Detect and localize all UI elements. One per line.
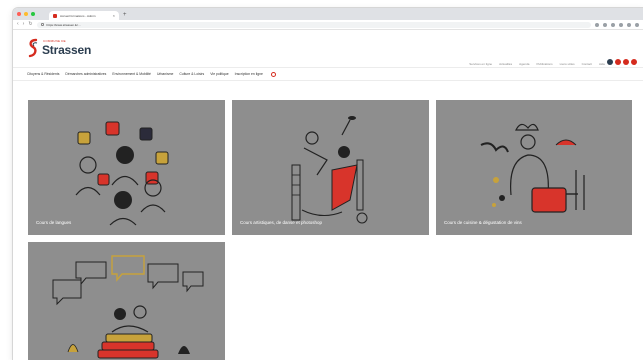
address-bar[interactable]: https://www.strassen.lu/... (36, 21, 591, 28)
extension-icon[interactable] (603, 22, 607, 27)
extension-icon[interactable] (611, 22, 615, 27)
favicon-icon (53, 13, 57, 18)
lock-icon (40, 23, 44, 26)
minimize-window-button[interactable] (24, 12, 28, 16)
nav-item-citoyens[interactable]: Citoyens & Résidents (27, 72, 59, 76)
nav-item-culture[interactable]: Culture & Loisirs (179, 72, 204, 76)
instagram-icon[interactable] (615, 59, 621, 65)
reading-illustration-icon (52, 255, 204, 359)
close-window-button[interactable] (17, 12, 21, 16)
new-tab-icon[interactable]: + (123, 11, 127, 20)
top-link[interactable]: Services en ligne (469, 62, 492, 66)
logo-title: Strassen (42, 43, 92, 57)
top-link[interactable]: Actualités (499, 62, 512, 66)
extensions (595, 22, 639, 27)
zoom-window-button[interactable] (31, 12, 35, 16)
extension-icon[interactable] (619, 22, 623, 27)
cooking-illustration-icon (480, 123, 585, 213)
arts-dance-illustration-icon (291, 116, 368, 224)
search-icon[interactable] (270, 71, 276, 77)
nav-item-demarches[interactable]: Démarches administratives (65, 72, 106, 76)
main-navigation: Citoyens & Résidents Démarches administr… (13, 68, 643, 81)
card-label: Cours de cuisine & dégustation de vins (444, 220, 522, 225)
top-link[interactable]: Liens utiles (560, 62, 575, 66)
nav-item-urbanisme[interactable]: Urbanisme (157, 72, 173, 76)
logo-text: COMMUNE DE Strassen (42, 39, 91, 57)
nav-item-inscription[interactable]: Inscription en ligne (235, 72, 263, 76)
url-text: https://www.strassen.lu/... (46, 22, 81, 27)
top-link[interactable]: Agenda (519, 62, 529, 66)
tab-bar: Accueil formations - Admin × + (13, 8, 643, 20)
course-card-arts[interactable]: Cours artistiques, de danse et photoshop (232, 100, 429, 235)
profile-icon[interactable] (635, 22, 639, 27)
facebook-icon[interactable] (607, 59, 613, 65)
window-controls (17, 12, 35, 16)
close-icon[interactable]: × (113, 13, 115, 18)
card-label: Cours de langues (36, 220, 72, 225)
strassen-logo-icon (28, 38, 38, 58)
social-links (607, 59, 637, 65)
top-link[interactable]: Publications (536, 62, 552, 66)
course-card-languages[interactable]: Cours de langues (28, 100, 225, 235)
site-logo[interactable]: COMMUNE DE Strassen (27, 38, 91, 58)
languages-illustration-icon (75, 121, 169, 226)
course-card-cooking[interactable]: Cours de cuisine & dégustation de vins (436, 100, 632, 235)
course-card-reading[interactable] (28, 242, 225, 360)
site-header: COMMUNE DE Strassen Services en ligne Ac… (13, 30, 643, 68)
extension-icon[interactable] (595, 22, 599, 27)
tab-title: Accueil formations - Admin (60, 13, 96, 18)
top-links: Services en ligne Actualités Agenda Publ… (469, 62, 605, 66)
nav-item-environnement[interactable]: Environnement & Mobilité (112, 72, 151, 76)
browser-toolbar: ‹ › ↻ https://www.strassen.lu/... (13, 20, 643, 30)
back-icon[interactable]: ‹ (17, 22, 19, 27)
browser-window: Accueil formations - Admin × + ‹ › ↻ htt… (13, 8, 643, 360)
top-link[interactable]: Aide (599, 62, 605, 66)
card-label: Cours artistiques, de danse et photoshop (240, 220, 323, 225)
top-link[interactable]: Contact (582, 62, 592, 66)
nav-item-vie-politique[interactable]: Vie politique (210, 72, 228, 76)
forward-icon[interactable]: › (23, 22, 25, 27)
app-icon[interactable] (631, 59, 637, 65)
youtube-icon[interactable] (623, 59, 629, 65)
browser-tab[interactable]: Accueil formations - Admin × (49, 11, 119, 20)
extension-icon[interactable] (627, 22, 631, 27)
reload-icon[interactable]: ↻ (28, 22, 32, 27)
